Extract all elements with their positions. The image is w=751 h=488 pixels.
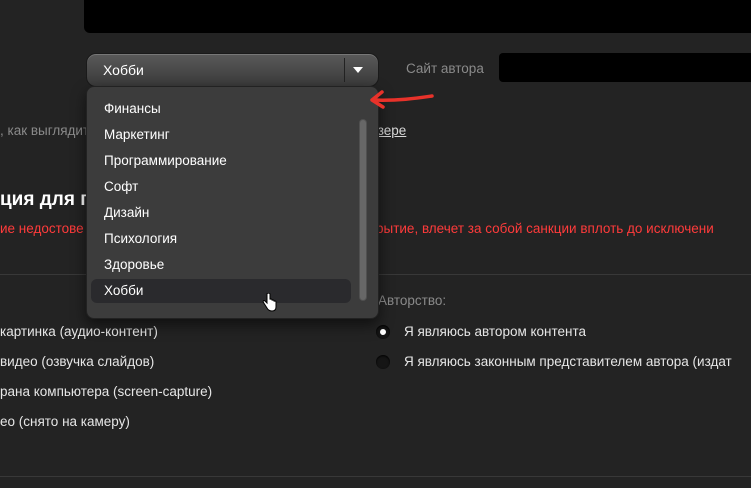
dropdown-option-software[interactable]: Софт [91,175,351,199]
category-select[interactable]: Хобби [86,53,379,87]
author-site-input[interactable] [499,53,751,82]
author-site-label: Сайт автора [406,61,484,76]
author-radio[interactable] [376,325,390,339]
authorship-title: Авторство: [378,293,447,308]
representative-radio-label[interactable]: Я являюсь законным представителем автора… [404,354,732,369]
category-select-value: Хобби [103,62,144,78]
dropdown-option-psychology[interactable]: Психология [91,227,351,251]
dropdown-option-health[interactable]: Здоровье [91,253,351,277]
dropdown-option-marketing[interactable]: Маркетинг [91,123,351,147]
divider [0,476,751,477]
format-option-slides[interactable]: видео (озвучка слайдов) [0,354,154,369]
dropdown-scrollbar-thumb[interactable] [360,120,366,300]
dropdown-option-hobby[interactable]: Хобби [91,279,351,303]
representative-radio[interactable] [376,355,390,369]
warning-text-right: рытие, влечет за собой санкции вплоть до… [376,221,714,236]
dropdown-option-programming[interactable]: Программирование [91,149,351,173]
author-radio-label[interactable]: Я являюсь автором контента [404,324,586,339]
select-divider [344,58,345,82]
format-option-screencast[interactable]: рана компьютера (screen-capture) [0,384,212,399]
dropdown-option-design[interactable]: Дизайн [91,201,351,225]
hand-cursor-icon [262,293,277,312]
warning-text-left: ие недостове [0,221,84,236]
preview-hint-text: , как выглядит [0,123,90,138]
dropdown-option-finance[interactable]: Финансы [91,97,351,121]
red-arrow-annotation-icon [370,90,434,109]
chevron-down-icon[interactable] [353,67,363,73]
format-option-camera[interactable]: ео (снято на камеру) [0,414,130,429]
section-title: ция для п [0,189,92,210]
category-dropdown-list: Финансы Маркетинг Программирование Софт … [86,86,379,319]
format-option-audio[interactable]: картинка (аудио-контент) [0,324,158,339]
description-textarea[interactable] [84,0,751,33]
